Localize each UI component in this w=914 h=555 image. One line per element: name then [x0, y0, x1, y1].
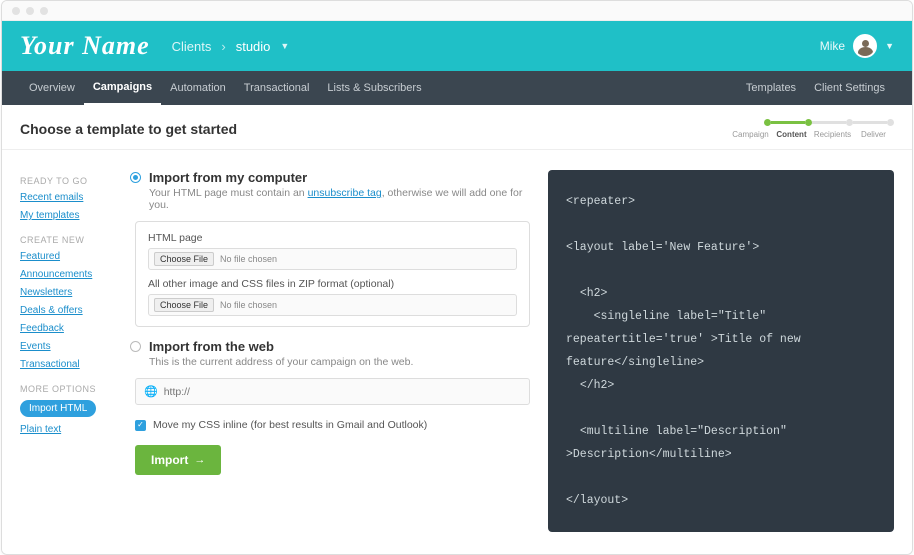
window-dot: [26, 7, 34, 15]
choose-file-button[interactable]: Choose File: [154, 298, 214, 312]
file-upload-box: HTML page Choose File No file chosen All…: [135, 221, 530, 327]
form-column: Import from my computer Your HTML page m…: [130, 170, 530, 532]
radio-checked-icon[interactable]: [130, 172, 141, 183]
caret-down-icon: ▼: [885, 41, 894, 51]
globe-icon: 🌐: [144, 385, 158, 398]
nav-campaigns[interactable]: Campaigns: [84, 71, 161, 105]
url-input[interactable]: [164, 386, 521, 398]
arrow-right-icon: →: [194, 454, 205, 466]
nav-transactional[interactable]: Transactional: [235, 71, 319, 105]
html-file-input[interactable]: Choose File No file chosen: [148, 248, 517, 270]
unsubscribe-tag-link[interactable]: unsubscribe tag: [308, 187, 382, 199]
user-name: Mike: [820, 39, 845, 53]
sidebar-featured[interactable]: Featured: [20, 251, 110, 262]
move-css-check[interactable]: Move my CSS inline (for best results in …: [135, 419, 530, 431]
logo[interactable]: Your Name: [20, 31, 150, 61]
app-window: Your Name Clients › studio ▼ Mike ▼ Over…: [1, 0, 913, 555]
sidebar-import-html[interactable]: Import HTML: [20, 400, 96, 417]
caret-down-icon[interactable]: ▼: [280, 41, 289, 51]
option-title: Import from the web: [149, 339, 274, 354]
sidebar-transactional[interactable]: Transactional: [20, 359, 110, 370]
option-desc: This is the current address of your camp…: [149, 356, 530, 368]
sidebar-deals[interactable]: Deals & offers: [20, 305, 110, 316]
step-seg: [812, 121, 846, 124]
step-label: Recipients: [812, 130, 853, 139]
window-dot: [12, 7, 20, 15]
main-area: Import from my computer Your HTML page m…: [130, 170, 894, 532]
import-button[interactable]: Import →: [135, 445, 221, 475]
progress-stepper: Campaign Content Recipients Deliver: [730, 119, 894, 139]
title-bar: Choose a template to get started Campaig…: [2, 105, 912, 150]
sidebar-my-templates[interactable]: My templates: [20, 210, 110, 221]
sidebar-heading: READY TO GO: [20, 176, 110, 186]
step-dot-content: [805, 119, 812, 126]
step-seg: [853, 121, 887, 124]
breadcrumb-root[interactable]: Clients: [172, 39, 212, 54]
check-label: Move my CSS inline (for best results in …: [153, 419, 427, 431]
desc-text: Your HTML page must contain an: [149, 187, 308, 199]
step-seg: [771, 121, 805, 124]
breadcrumb: Clients › studio ▼: [172, 39, 290, 54]
main-nav: Overview Campaigns Automation Transactio…: [2, 71, 912, 105]
option-import-web[interactable]: Import from the web: [130, 339, 530, 354]
sidebar-recent-emails[interactable]: Recent emails: [20, 192, 110, 203]
option-import-computer[interactable]: Import from my computer: [130, 170, 530, 185]
nav-templates[interactable]: Templates: [737, 71, 805, 105]
sidebar-announcements[interactable]: Announcements: [20, 269, 110, 280]
sidebar-heading: CREATE NEW: [20, 235, 110, 245]
radio-unchecked-icon[interactable]: [130, 341, 141, 352]
avatar: [853, 34, 877, 58]
content-area: READY TO GO Recent emails My templates C…: [2, 150, 912, 554]
step-label: Content: [771, 130, 812, 139]
window-dot: [40, 7, 48, 15]
url-input-wrap[interactable]: 🌐: [135, 378, 530, 405]
sidebar-feedback[interactable]: Feedback: [20, 323, 110, 334]
code-preview: <repeater> <layout label='New Feature'> …: [548, 170, 894, 532]
option-title: Import from my computer: [149, 170, 307, 185]
user-menu[interactable]: Mike ▼: [820, 34, 894, 58]
step-dot-deliver: [887, 119, 894, 126]
file-status: No file chosen: [220, 300, 277, 310]
nav-lists[interactable]: Lists & Subscribers: [318, 71, 430, 105]
step-label: Campaign: [730, 130, 771, 139]
zip-file-input[interactable]: Choose File No file chosen: [148, 294, 517, 316]
choose-file-button[interactable]: Choose File: [154, 252, 214, 266]
sidebar-heading: MORE OPTIONS: [20, 384, 110, 394]
sidebar-plain-text[interactable]: Plain text: [20, 424, 110, 435]
option-desc: Your HTML page must contain an unsubscri…: [149, 187, 530, 211]
step-label: Deliver: [853, 130, 894, 139]
step-dot-campaign: [764, 119, 771, 126]
zip-label: All other image and CSS files in ZIP for…: [148, 278, 517, 290]
app-header: Your Name Clients › studio ▼ Mike ▼: [2, 21, 912, 71]
step-dot-recipients: [846, 119, 853, 126]
import-button-label: Import: [151, 453, 188, 467]
nav-automation[interactable]: Automation: [161, 71, 235, 105]
file-status: No file chosen: [220, 254, 277, 264]
sidebar: READY TO GO Recent emails My templates C…: [20, 170, 110, 532]
sidebar-newsletters[interactable]: Newsletters: [20, 287, 110, 298]
breadcrumb-current[interactable]: studio: [236, 39, 271, 54]
chevron-right-icon: ›: [221, 39, 225, 54]
checkbox-checked-icon[interactable]: [135, 420, 146, 431]
nav-overview[interactable]: Overview: [20, 71, 84, 105]
window-chrome: [2, 1, 912, 21]
code-column: <repeater> <layout label='New Feature'> …: [548, 170, 894, 532]
nav-client-settings[interactable]: Client Settings: [805, 71, 894, 105]
page-title: Choose a template to get started: [20, 121, 730, 137]
sidebar-events[interactable]: Events: [20, 341, 110, 352]
html-page-label: HTML page: [148, 232, 517, 244]
